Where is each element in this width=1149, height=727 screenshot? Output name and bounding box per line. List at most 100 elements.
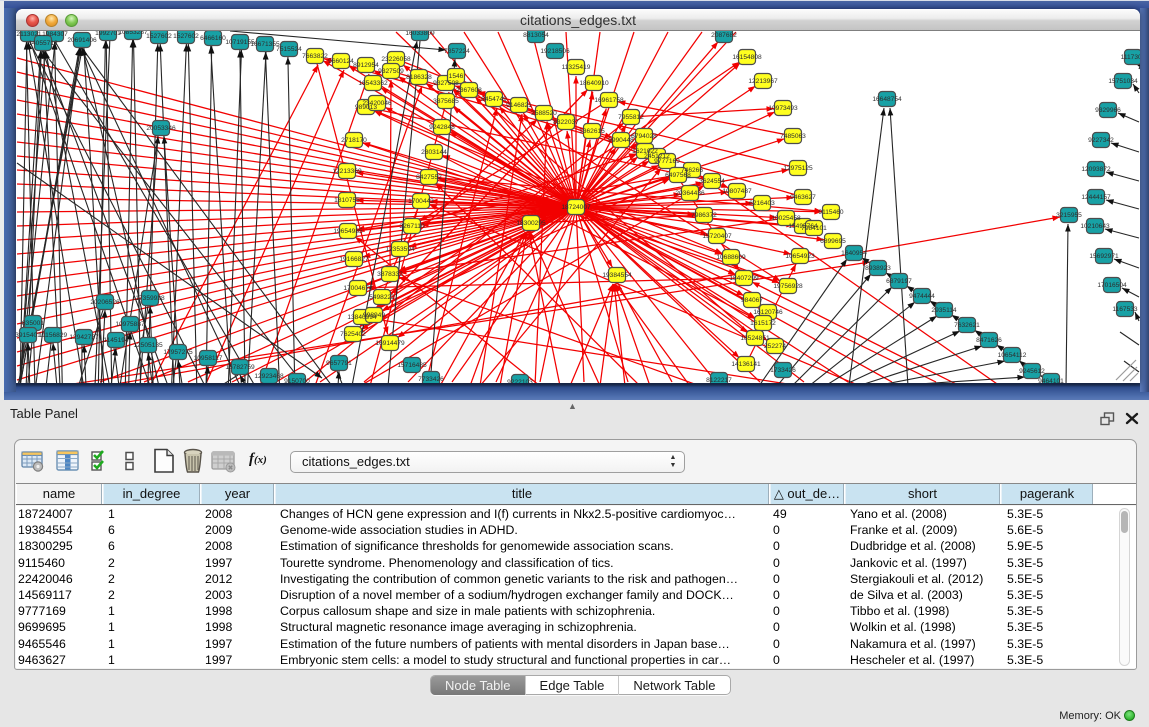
svg-text:1640954: 1640954 xyxy=(841,250,867,257)
svg-text:7515524: 7515524 xyxy=(276,46,302,53)
svg-text:9463627: 9463627 xyxy=(790,194,816,201)
svg-text:18724007: 18724007 xyxy=(561,204,591,211)
svg-text:12975125: 12975125 xyxy=(783,165,813,172)
svg-text:10975887: 10975887 xyxy=(115,321,145,328)
svg-text:7632621: 7632621 xyxy=(954,322,980,329)
svg-text:1117302: 1117302 xyxy=(1121,54,1140,61)
svg-text:2588520: 2588520 xyxy=(531,110,557,117)
svg-text:9227342: 9227342 xyxy=(1088,137,1114,144)
svg-text:2113021: 2113021 xyxy=(16,31,42,38)
svg-text:9327508: 9327508 xyxy=(433,80,459,87)
svg-text:17359928: 17359928 xyxy=(135,295,165,302)
svg-text:18300295: 18300295 xyxy=(516,220,546,227)
svg-text:15720407: 15720407 xyxy=(702,233,732,240)
svg-text:12444157: 12444157 xyxy=(1081,194,1111,201)
svg-text:7955812: 7955812 xyxy=(618,114,644,121)
svg-text:8427552: 8427552 xyxy=(416,174,442,181)
svg-text:10973493: 10973493 xyxy=(768,105,798,112)
svg-text:9474444: 9474444 xyxy=(909,293,935,300)
svg-text:3267110: 3267110 xyxy=(399,223,425,230)
svg-text:2803144: 2803144 xyxy=(421,149,447,156)
svg-text:1362615: 1362615 xyxy=(579,128,605,135)
svg-text:1700443: 1700443 xyxy=(408,198,434,205)
svg-text:12213967: 12213967 xyxy=(748,78,778,85)
svg-text:7857224: 7857224 xyxy=(444,48,470,55)
svg-text:12213369: 12213369 xyxy=(332,168,362,175)
svg-text:9329966: 9329966 xyxy=(1095,107,1121,114)
svg-text:23226058: 23226058 xyxy=(381,56,411,63)
svg-text:20053346: 20053346 xyxy=(146,125,176,132)
svg-text:7663822: 7663822 xyxy=(302,53,328,60)
svg-text:1733426: 1733426 xyxy=(770,367,796,374)
svg-text:1984307: 1984307 xyxy=(42,31,68,38)
svg-text:9660124: 9660124 xyxy=(328,58,354,65)
svg-text:19218506: 19218506 xyxy=(540,48,570,55)
svg-text:10025458: 10025458 xyxy=(771,215,801,222)
svg-text:16543362: 16543362 xyxy=(358,80,388,87)
svg-text:1145194: 1145194 xyxy=(103,337,129,344)
svg-text:1810755: 1810755 xyxy=(334,197,360,204)
svg-text:19654985: 19654985 xyxy=(333,228,363,235)
svg-text:6794028: 6794028 xyxy=(631,133,657,140)
svg-text:15692971: 15692971 xyxy=(1089,253,1119,260)
svg-text:14136141: 14136141 xyxy=(731,361,761,368)
svg-text:2087682: 2087682 xyxy=(711,32,737,39)
svg-text:16154808: 16154808 xyxy=(732,54,762,61)
svg-text:1992701: 1992701 xyxy=(95,31,121,37)
svg-text:17004678: 17004678 xyxy=(343,285,373,292)
svg-text:23420046: 23420046 xyxy=(362,100,392,107)
svg-text:1527602: 1527602 xyxy=(146,33,172,40)
svg-text:12923468: 12923468 xyxy=(254,373,284,380)
svg-text:2718170: 2718170 xyxy=(341,137,367,144)
svg-text:16961758: 16961758 xyxy=(594,97,624,104)
svg-text:10958117: 10958117 xyxy=(194,355,223,362)
svg-text:9245612: 9245612 xyxy=(1019,368,1045,375)
svg-text:19384554: 19384554 xyxy=(602,272,632,279)
svg-text:8912954: 8912954 xyxy=(353,62,379,69)
svg-text:1527602: 1527602 xyxy=(173,33,199,40)
svg-text:252274: 252274 xyxy=(764,343,786,350)
svg-text:7485063: 7485063 xyxy=(780,133,806,140)
svg-text:19166827: 19166827 xyxy=(339,256,369,263)
svg-text:9242848: 9242848 xyxy=(429,124,455,131)
svg-text:1615172: 1615172 xyxy=(750,320,776,327)
svg-text:10654923: 10654923 xyxy=(785,253,815,260)
svg-text:6497568: 6497568 xyxy=(665,172,691,179)
svg-text:19756928: 19756928 xyxy=(773,283,803,290)
svg-text:16120746: 16120746 xyxy=(753,309,783,316)
svg-text:20364436: 20364436 xyxy=(675,190,705,197)
svg-text:16648754: 16648754 xyxy=(872,96,902,103)
svg-text:1167533: 1167533 xyxy=(1112,306,1138,313)
svg-text:10688609: 10688609 xyxy=(716,254,746,261)
svg-text:1546: 1546 xyxy=(449,73,464,80)
svg-text:15751034: 15751034 xyxy=(1108,78,1138,85)
svg-text:9222103: 9222103 xyxy=(507,379,533,383)
svg-text:12353594: 12353594 xyxy=(385,246,415,253)
svg-text:11156829: 11156829 xyxy=(39,332,68,339)
svg-text:12505135: 12505135 xyxy=(133,342,163,349)
svg-text:10210643: 10210643 xyxy=(1080,223,1110,230)
svg-text:16033809: 16033809 xyxy=(405,31,435,37)
svg-text:3624554: 3624554 xyxy=(699,178,725,185)
svg-text:20691406: 20691406 xyxy=(67,37,97,44)
svg-text:16782759: 16782759 xyxy=(225,364,255,371)
svg-text:9327509: 9327509 xyxy=(378,68,404,75)
svg-text:15716485: 15716485 xyxy=(397,362,427,369)
svg-text:9115460: 9115460 xyxy=(818,209,844,216)
svg-text:10807487: 10807487 xyxy=(722,188,752,195)
svg-text:3215955: 3215955 xyxy=(1056,212,1082,219)
svg-text:8938923: 8938923 xyxy=(865,265,891,272)
svg-text:6899695: 6899695 xyxy=(820,238,846,245)
svg-text:998949: 998949 xyxy=(363,312,385,319)
svg-text:2367608: 2367608 xyxy=(456,87,482,94)
svg-text:18407299: 18407299 xyxy=(729,275,759,282)
svg-text:984067: 984067 xyxy=(741,297,763,304)
svg-text:8454749: 8454749 xyxy=(481,96,507,103)
svg-text:18524851: 18524851 xyxy=(740,335,770,342)
svg-text:7986372: 7986372 xyxy=(691,212,717,219)
svg-text:9150700: 9150700 xyxy=(284,378,310,383)
svg-text:7984101: 7984101 xyxy=(801,225,827,232)
svg-text:835001: 835001 xyxy=(22,320,44,327)
svg-text:10654112: 10654112 xyxy=(998,352,1027,359)
svg-text:8322037: 8322037 xyxy=(553,119,579,126)
